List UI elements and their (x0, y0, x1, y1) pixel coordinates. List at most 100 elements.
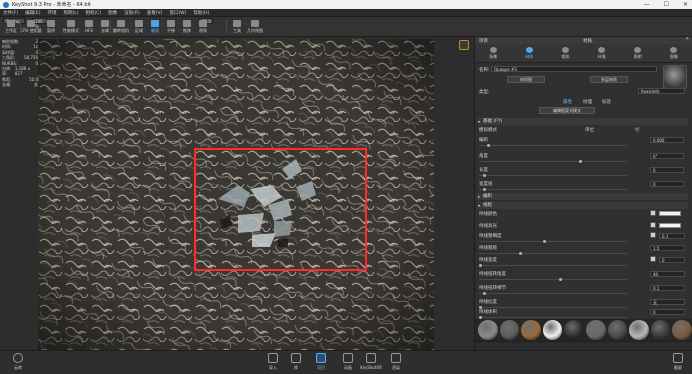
slider-knob[interactable] (479, 264, 482, 267)
sim-mode-option-2[interactable]: 经 (635, 127, 640, 133)
cloud-library-button[interactable]: 云库 (8, 353, 28, 374)
property-value-input[interactable]: 0.000 (650, 137, 684, 143)
property-slider[interactable] (479, 240, 627, 243)
toolbar-button-fov[interactable]: 视角 (194, 20, 212, 37)
property-slider[interactable] (479, 292, 627, 295)
section-weave[interactable]: 编织 (477, 193, 688, 200)
menu-edit[interactable]: 编辑(E) (25, 10, 40, 16)
edit-pattern-button[interactable]: 编辑图案式模式 (539, 107, 595, 114)
property-value-input[interactable]: 0 (650, 167, 684, 173)
color-swatch[interactable] (659, 223, 681, 228)
property-value-input[interactable]: 0 (650, 309, 685, 315)
material-swatch[interactable] (478, 320, 498, 340)
subtab-textures[interactable]: 纹理 (583, 99, 592, 105)
menu-view[interactable]: 查看(V) (147, 10, 163, 16)
bottom-render-button[interactable]: 渲染 (386, 353, 406, 374)
material-swatch[interactable] (521, 320, 541, 340)
material-swatch[interactable] (607, 320, 628, 340)
menu-image[interactable]: 图像 (108, 10, 117, 16)
bottom-project-button[interactable]: 项目 (311, 353, 331, 374)
material-graph-button[interactable]: 材质图 (507, 76, 545, 83)
property-slider[interactable] (479, 264, 627, 267)
property-value-input[interactable]: 40 (650, 271, 685, 277)
toolbar-button-performance[interactable]: 性能模式 (62, 20, 80, 37)
panel-close-icon[interactable]: ✕ (685, 37, 689, 42)
texture-slot-icon[interactable] (650, 232, 656, 238)
property-value-input[interactable]: 0.1 (659, 233, 685, 239)
material-type-select[interactable]: Realcloth (638, 88, 685, 94)
property-value-input[interactable]: 0 (659, 257, 685, 263)
texture-slot-icon[interactable] (650, 222, 656, 228)
property-value-input[interactable]: 0° (650, 153, 684, 159)
panel-tab-scene[interactable]: 场景 (475, 44, 511, 62)
slider-knob[interactable] (487, 144, 490, 147)
texture-slot-icon[interactable] (650, 210, 656, 216)
bottom-animation-button[interactable]: 动画 (338, 353, 358, 374)
subtab-labels[interactable]: 标签 (602, 99, 611, 105)
property-value-input[interactable]: 0 (650, 181, 684, 187)
property-slider[interactable] (479, 252, 627, 255)
screenshot-button[interactable]: 截屏 (668, 353, 688, 374)
toolbar-button-workspace[interactable]: 工作区 (2, 20, 20, 37)
camera-lock-icon[interactable] (459, 40, 469, 50)
property-slider[interactable] (479, 278, 627, 281)
menu-file[interactable]: 文件(F) (3, 10, 18, 16)
toolbar-button-geometry-view[interactable]: 几何视图 (246, 20, 264, 37)
menu-render[interactable]: 渲染(R) (124, 10, 140, 16)
multi-material-button[interactable]: 多层材质 (590, 76, 628, 83)
texture-slot-icon[interactable] (650, 256, 656, 262)
minimize-button[interactable]: — (644, 1, 650, 8)
bottom-keyshotxr-button[interactable]: KeyShotXR (360, 353, 382, 374)
menu-window[interactable]: 窗口(W) (169, 10, 186, 16)
bottom-import-button[interactable]: 导入 (263, 353, 283, 374)
slider-knob[interactable] (483, 188, 486, 191)
property-value-input[interactable]: 1.5 (650, 245, 685, 251)
slider-knob[interactable] (559, 278, 562, 281)
panel-tab-lighting[interactable]: 照明 (620, 44, 656, 62)
sim-mode-option-1[interactable]: 单位 (585, 127, 594, 133)
panel-tab-image[interactable]: 图像 (656, 44, 692, 62)
property-value-input[interactable]: 无 (650, 299, 685, 305)
toolbar-button-cpu[interactable]: CPU 使用量 (20, 20, 42, 37)
menu-environment[interactable]: 环境 (47, 10, 56, 16)
material-swatch[interactable] (564, 320, 584, 340)
render-viewport[interactable] (38, 39, 434, 350)
section-thread[interactable]: 线程 (477, 202, 688, 209)
property-value-input[interactable]: 0.1 (650, 285, 685, 291)
material-swatch[interactable] (650, 320, 671, 340)
panel-tab-environment[interactable]: 环境 (584, 44, 620, 62)
panel-tab-material[interactable]: 材质 (511, 44, 547, 62)
import-icon (268, 353, 278, 363)
property-slider[interactable] (479, 316, 627, 319)
property-slider[interactable] (479, 144, 627, 147)
color-swatch[interactable] (659, 211, 681, 216)
slider-knob[interactable] (519, 252, 522, 255)
material-swatch[interactable] (542, 320, 563, 340)
property-slider[interactable] (479, 174, 627, 177)
toolbar-button-flip-camera[interactable]: 翻转相机 (112, 20, 130, 37)
slider-knob[interactable] (483, 174, 486, 177)
bottom-library-button[interactable]: 库 (286, 353, 306, 374)
property-slider[interactable] (479, 188, 627, 191)
material-swatch[interactable] (629, 320, 649, 340)
menu-help[interactable]: 帮助(H) (193, 10, 209, 16)
property-slider[interactable] (479, 160, 627, 163)
panel-tab-camera[interactable]: 相机 (547, 44, 583, 62)
menu-lighting[interactable]: 照明(L) (63, 10, 78, 16)
material-swatch[interactable] (672, 320, 692, 340)
slider-knob[interactable] (483, 292, 486, 295)
slider-knob[interactable] (543, 240, 546, 243)
toolbar-button-tools[interactable]: 工具 (228, 20, 246, 37)
material-swatch[interactable] (499, 320, 520, 340)
material-swatch[interactable] (585, 320, 606, 340)
slider-knob[interactable] (579, 160, 582, 163)
toolbar-button-label: 工作区 (5, 28, 17, 33)
section-base[interactable]: 基础 (FY) (477, 118, 688, 125)
property-slider[interactable] (479, 306, 627, 309)
maximize-button[interactable]: ☐ (664, 1, 669, 8)
subtab-properties[interactable]: 属性 (563, 99, 572, 105)
material-name-input[interactable]: Opaque #3 (491, 66, 657, 72)
close-button[interactable]: ✕ (683, 1, 688, 8)
menu-camera[interactable]: 相机(C) (86, 10, 102, 16)
toolbar-button-pause[interactable]: 暂停 (42, 20, 60, 37)
